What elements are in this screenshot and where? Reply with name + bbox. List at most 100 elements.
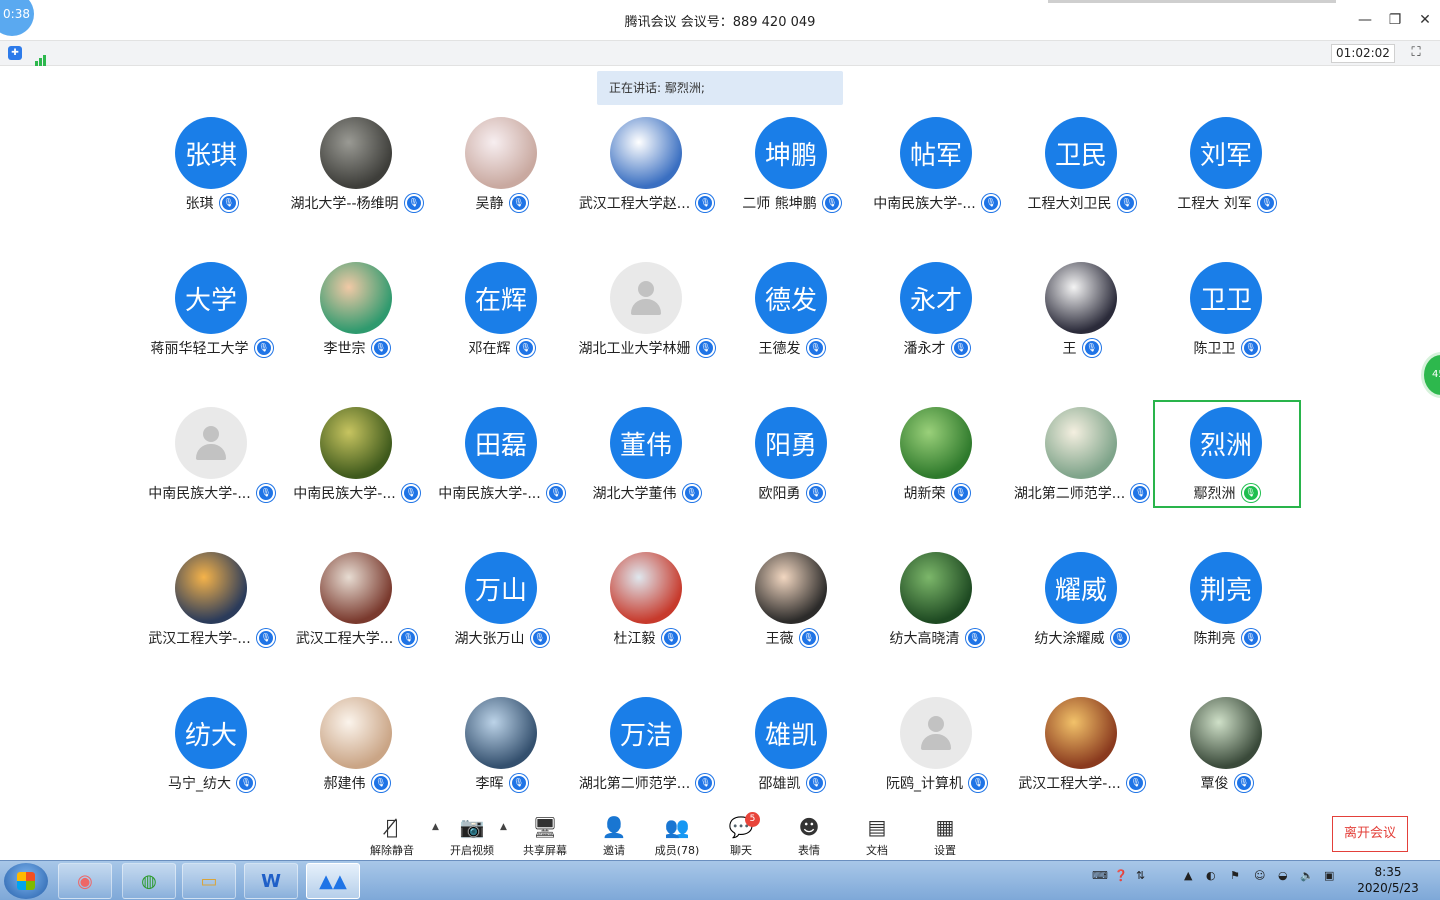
- network-signal-icon[interactable]: [35, 47, 47, 66]
- participant-tile[interactable]: 纺大高晓清 🎙: [864, 545, 1009, 655]
- participant-name: 欧阳勇: [758, 486, 801, 502]
- system-clock[interactable]: 8:35 2020/5/23: [1352, 864, 1424, 896]
- docs-button[interactable]: ▤ 文档: [862, 814, 892, 858]
- ime-icon[interactable]: ⇅: [1136, 869, 1145, 882]
- reactions-button[interactable]: ☻ 表情: [794, 814, 824, 858]
- tray-app-icon[interactable]: ◐: [1206, 869, 1216, 882]
- keyboard-icon[interactable]: ⌨: [1092, 869, 1108, 882]
- video-options-caret[interactable]: ▲: [500, 822, 507, 832]
- mic-status-icon: 🎙: [254, 339, 273, 357]
- participant-tile[interactable]: 杜江毅 🎙: [574, 545, 719, 655]
- participant-tile[interactable]: 在辉 邓在辉 🎙: [429, 255, 574, 365]
- participant-tile[interactable]: 吴静 🎙: [429, 110, 574, 220]
- participant-tile[interactable]: 张琪 张琪 🎙: [139, 110, 284, 220]
- members-button[interactable]: 👥 成员(78): [652, 814, 702, 858]
- taskbar-app-tencent-meeting[interactable]: ▲▲: [306, 863, 360, 899]
- participant-name-row: 郝建伟 🎙: [284, 773, 429, 793]
- participant-tile[interactable]: 卫卫 陈卫卫 🎙: [1154, 255, 1299, 365]
- participant-tile[interactable]: 中南民族大学-... 🎙: [139, 400, 284, 510]
- restore-icon[interactable]: ❐: [1386, 11, 1404, 29]
- participant-avatar: [320, 552, 392, 624]
- share-screen-button[interactable]: 🖥 共享屏幕: [520, 814, 570, 858]
- participant-tile[interactable]: 覃俊 🎙: [1154, 690, 1299, 800]
- taskbar-app-wps[interactable]: W: [244, 863, 298, 899]
- top-strip: [1048, 0, 1336, 3]
- invite-button[interactable]: 👤 邀请: [596, 814, 632, 858]
- start-video-button[interactable]: 📷 开启视频: [446, 814, 498, 858]
- participant-avatar: 万山: [465, 552, 537, 624]
- participant-tile[interactable]: 湖北工业大学林姗 🎙: [574, 255, 719, 365]
- show-hidden-icons[interactable]: ▲: [1184, 869, 1192, 882]
- participant-tile[interactable]: 郝建伟 🎙: [284, 690, 429, 800]
- participant-name-row: 湖大张万山 🎙: [429, 628, 574, 648]
- participant-tile[interactable]: 董伟 湖北大学董伟 🎙: [574, 400, 719, 510]
- close-icon[interactable]: ✕: [1416, 11, 1434, 29]
- participant-tile[interactable]: 荆亮 陈荆亮 🎙: [1154, 545, 1299, 655]
- participant-tile[interactable]: 耀威 纺大涂耀威 🎙: [1009, 545, 1154, 655]
- participant-tile[interactable]: 李世宗 🎙: [284, 255, 429, 365]
- settings-button[interactable]: ▦ 设置: [930, 814, 960, 858]
- network-icon[interactable]: ▣: [1324, 869, 1334, 882]
- participant-tile[interactable]: 王 🎙: [1009, 255, 1154, 365]
- participant-name-row: 湖北工业大学林姗 🎙: [574, 338, 719, 358]
- minimize-icon[interactable]: —: [1356, 11, 1374, 29]
- participant-avatar: [900, 407, 972, 479]
- participant-tile[interactable]: 永才 潘永才 🎙: [864, 255, 1009, 365]
- participant-tile[interactable]: 万山湖大张万山 🎙: [429, 545, 574, 655]
- audio-options-caret[interactable]: ▲: [432, 822, 439, 832]
- participant-name: 王德发: [758, 341, 801, 357]
- participant-tile[interactable]: 田磊 中南民族大学-... 🎙: [429, 400, 574, 510]
- leave-meeting-button[interactable]: 离开会议: [1332, 816, 1408, 852]
- participant-tile[interactable]: 湖北第二师范学... 🎙: [1009, 400, 1154, 510]
- mic-status-icon: 🎙: [509, 194, 528, 212]
- chat-label: 聊天: [730, 844, 752, 857]
- volume-icon[interactable]: 🔈: [1300, 869, 1314, 882]
- participant-name-row: 陈卫卫 🎙: [1154, 338, 1299, 358]
- participant-tile[interactable]: 雄凯 邵雄凯 🎙: [719, 690, 864, 800]
- participant-tile[interactable]: 武汉工程大学赵... 🎙: [574, 110, 719, 220]
- participant-tile[interactable]: 卫民 工程大刘卫民 🎙: [1009, 110, 1154, 220]
- security-shield-icon[interactable]: ✚: [8, 46, 22, 60]
- participant-tile[interactable]: 纺大 马宁_纺大 🎙: [139, 690, 284, 800]
- tray-qq-icon[interactable]: ☺: [1254, 869, 1265, 882]
- fullscreen-icon[interactable]: ⛶: [1408, 45, 1424, 61]
- participant-tile[interactable]: 李晖 🎙: [429, 690, 574, 800]
- participant-tile[interactable]: 武汉工程大学... 🎙: [284, 545, 429, 655]
- participant-tile[interactable]: 德发 王德发 🎙: [719, 255, 864, 365]
- start-button[interactable]: [4, 863, 48, 899]
- taskbar-app-colorful[interactable]: ◉: [58, 863, 112, 899]
- help-icon[interactable]: ❓: [1114, 869, 1128, 882]
- mic-status-icon: 🎙: [799, 629, 818, 647]
- participant-name: 武汉工程大学-...: [148, 631, 251, 647]
- unmute-button[interactable]: 🎙̸ 解除静音: [366, 814, 418, 858]
- participant-tile[interactable]: 武汉工程大学-... 🎙: [139, 545, 284, 655]
- start-video-label: 开启视频: [450, 844, 494, 857]
- taskbar-app-browser[interactable]: ◍: [122, 863, 176, 899]
- participant-tile[interactable]: 刘军 工程大 刘军 🎙: [1154, 110, 1299, 220]
- participant-tile[interactable]: 帖军 中南民族大学-... 🎙: [864, 110, 1009, 220]
- app-logo-icon: ◉: [77, 870, 93, 892]
- participant-tile[interactable]: 武汉工程大学-... 🎙: [1009, 690, 1154, 800]
- participant-tile[interactable]: 大学 蒋丽华轻工大学 🎙: [139, 255, 284, 365]
- tray-security-icon[interactable]: ◒: [1278, 869, 1288, 882]
- participant-tile[interactable]: 万洁 湖北第二师范学... 🎙: [574, 690, 719, 800]
- participant-tile[interactable]: 阮鸥_计算机 🎙: [864, 690, 1009, 800]
- participant-tile[interactable]: 王薇 🎙: [719, 545, 864, 655]
- participant-tile[interactable]: 湖北大学--杨维明 🎙: [284, 110, 429, 220]
- side-float-badge[interactable]: 45: [1421, 352, 1440, 398]
- invite-label: 邀请: [603, 844, 625, 857]
- tray-flag-icon[interactable]: ⚑: [1230, 869, 1240, 882]
- participant-tile[interactable]: 中南民族大学-... 🎙: [284, 400, 429, 510]
- participant-name: 中南民族大学-...: [148, 486, 251, 502]
- participant-tile[interactable]: 胡新荣 🎙: [864, 400, 1009, 510]
- participant-avatar: 在辉: [465, 262, 537, 334]
- participant-avatar: [320, 407, 392, 479]
- taskbar-app-explorer[interactable]: ▭: [182, 863, 236, 899]
- participant-avatar: 董伟: [610, 407, 682, 479]
- participant-name-row: 武汉工程大学-... 🎙: [1009, 773, 1154, 793]
- participant-tile[interactable]: 坤鹏 二师 熊坤鹏 🎙: [719, 110, 864, 220]
- mic-status-icon: 🎙: [806, 774, 825, 792]
- chat-button[interactable]: 💬 5 聊天: [726, 812, 760, 858]
- participant-name: 武汉工程大学...: [295, 631, 394, 647]
- participant-tile[interactable]: 阳勇 欧阳勇 🎙: [719, 400, 864, 510]
